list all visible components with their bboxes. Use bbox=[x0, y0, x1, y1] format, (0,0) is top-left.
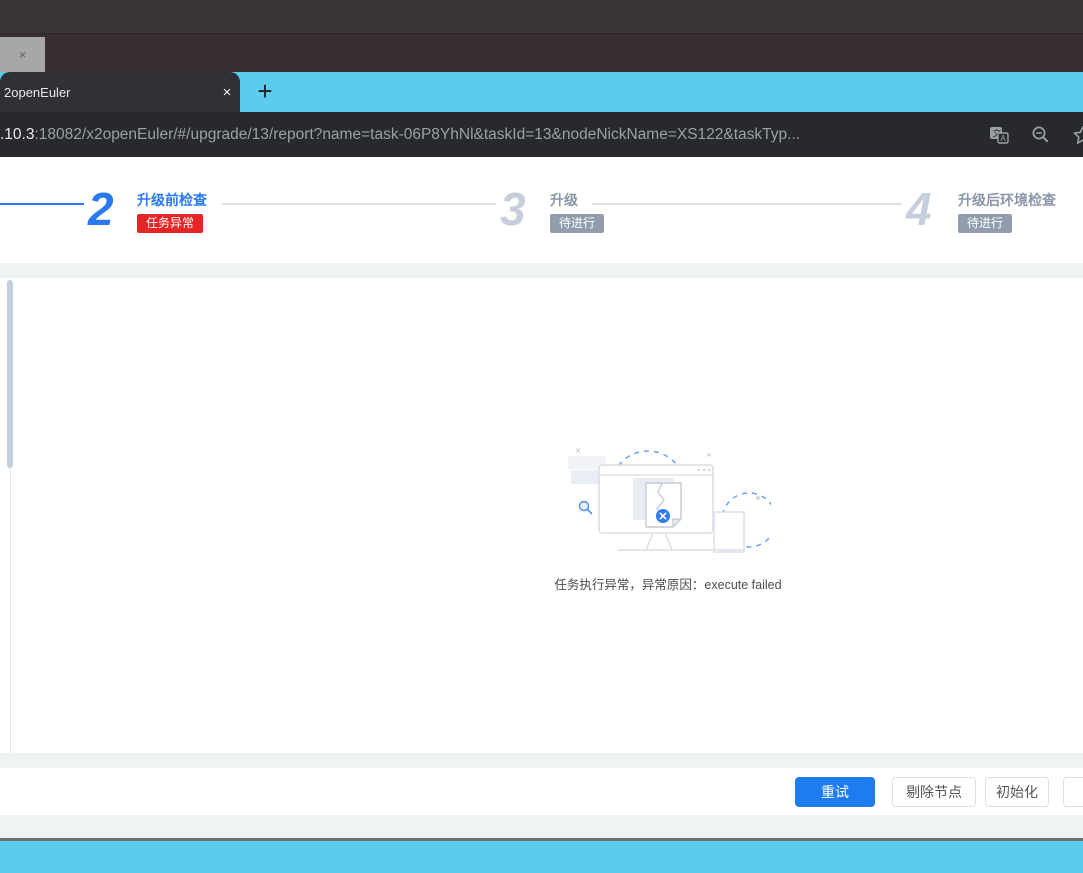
divider-band-top bbox=[0, 263, 1083, 278]
initialize-button[interactable]: 初始化 bbox=[985, 777, 1049, 807]
step-2-number: 2 bbox=[88, 186, 114, 232]
tab-close-icon[interactable]: × bbox=[214, 84, 240, 101]
url-bar[interactable]: .10.3:18082/x2openEuler/#/upgrade/13/rep… bbox=[0, 112, 1083, 157]
task-error-message: 任务执行异常，异常原因：execute failed bbox=[468, 574, 868, 593]
task-error-state: × bbox=[468, 428, 868, 593]
step-4-number: 4 bbox=[906, 186, 932, 232]
background-tab-close-icon[interactable]: × bbox=[19, 48, 27, 61]
step-4: 升级后环境检查 待进行 bbox=[958, 192, 1056, 233]
url-path: :18082/x2openEuler/#/upgrade/13/report?n… bbox=[34, 126, 800, 144]
browser-window: × 2openEuler × + .10.3:18082/x2openEuler… bbox=[0, 0, 1083, 873]
cutoff-button[interactable] bbox=[1063, 777, 1083, 807]
step-3-status-badge: 待进行 bbox=[550, 214, 604, 233]
window-titlebar bbox=[0, 0, 1083, 33]
bookmark-star-icon[interactable] bbox=[1072, 125, 1083, 145]
svg-text:A: A bbox=[1000, 134, 1006, 143]
action-footer: 重试 剔除节点 初始化 bbox=[0, 768, 1083, 815]
step-3-number: 3 bbox=[500, 186, 526, 232]
background-window-strip: × bbox=[0, 33, 1083, 73]
tab-strip: 2openEuler × + bbox=[0, 72, 1083, 112]
step-2-label: 升级前检查 bbox=[137, 192, 207, 208]
url-host: .10.3 bbox=[0, 126, 34, 144]
step-2: 升级前检查 任务异常 bbox=[137, 192, 207, 233]
tab-x2openeuler[interactable]: 2openEuler × bbox=[0, 72, 240, 112]
background-tab[interactable]: × bbox=[0, 37, 45, 72]
url-text[interactable]: .10.3:18082/x2openEuler/#/upgrade/13/rep… bbox=[0, 112, 800, 157]
error-illustration: × bbox=[566, 428, 771, 563]
step-4-status-badge: 待进行 bbox=[958, 214, 1012, 233]
scrollbar-thumb[interactable] bbox=[7, 280, 13, 468]
report-panel: × bbox=[0, 278, 1083, 753]
divider-band-mid bbox=[0, 753, 1083, 768]
step-4-label: 升级后环境检查 bbox=[958, 192, 1056, 208]
step-3-label: 升级 bbox=[550, 192, 578, 208]
stepper-connector-2-3 bbox=[222, 203, 496, 205]
new-tab-button[interactable]: + bbox=[249, 74, 281, 108]
stepper-connector-before-2 bbox=[0, 203, 84, 205]
step-3: 升级 待进行 bbox=[550, 192, 604, 233]
bottom-accent-bar bbox=[0, 841, 1083, 873]
retry-button[interactable]: 重试 bbox=[795, 777, 875, 807]
stepper-connector-3-4 bbox=[592, 203, 902, 205]
zoom-out-icon[interactable] bbox=[1031, 125, 1050, 144]
tab-title: 2openEuler bbox=[0, 85, 214, 100]
step-2-status-badge: 任务异常 bbox=[137, 214, 203, 233]
remove-node-button[interactable]: 剔除节点 bbox=[892, 777, 976, 807]
translate-icon[interactable]: 文 A bbox=[989, 125, 1009, 145]
svg-text:×: × bbox=[575, 445, 581, 457]
divider-band-bottom bbox=[0, 815, 1083, 838]
app-page: 2 升级前检查 任务异常 3 升级 待进行 4 升级后环境检查 待进行 × bbox=[0, 157, 1083, 873]
